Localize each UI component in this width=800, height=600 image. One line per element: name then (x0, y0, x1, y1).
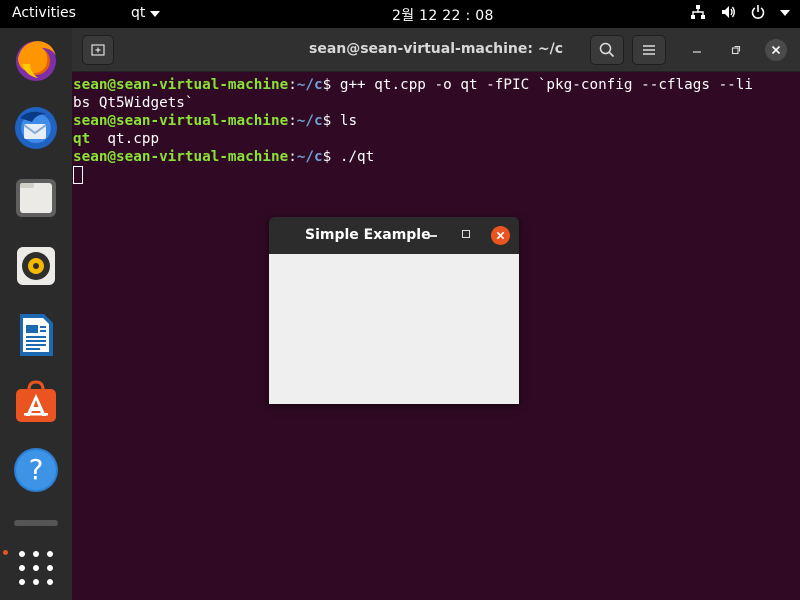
dock-item-ubuntu-software[interactable] (12, 378, 60, 426)
qt-window-header[interactable]: Simple Example (269, 217, 519, 254)
prompt-symbol: $ (322, 149, 340, 165)
menu-button[interactable] (632, 35, 666, 65)
system-tray[interactable] (690, 4, 790, 20)
qt-window-title: Simple Example (305, 227, 431, 243)
search-button[interactable] (590, 35, 624, 65)
qt-window-content[interactable] (269, 254, 519, 404)
terminal-cursor (73, 166, 83, 184)
prompt-user: sean@sean-virtual-machine (73, 149, 289, 165)
app-menu-label: qt (131, 5, 146, 21)
thunderbird-icon (15, 107, 57, 149)
terminal-line: sean@sean-virtual-machine:~/c$ g++ qt.cp… (73, 76, 800, 94)
qt-minimize-button[interactable] (428, 235, 437, 237)
show-apps-button[interactable] (16, 548, 56, 588)
command-text: g++ qt.cpp -o qt -fPIC `pkg-config --cfl… (339, 77, 754, 93)
prompt-separator: : (288, 77, 297, 93)
maximize-button[interactable] (726, 40, 746, 60)
prompt-path: ~/c (296, 113, 323, 129)
activities-button[interactable]: Activities (12, 5, 76, 21)
app-grid-icon (19, 551, 53, 585)
help-icon: ? (14, 448, 58, 492)
dock-item-libreoffice-writer[interactable] (12, 311, 60, 359)
qt-window[interactable]: Simple Example (269, 217, 519, 404)
terminal-line: sean@sean-virtual-machine:~/c$ ./qt (73, 148, 800, 166)
restore-icon (731, 45, 741, 55)
caret-down-icon (780, 10, 790, 16)
ubuntu-software-icon (16, 380, 56, 422)
prompt-path: ~/c (296, 77, 323, 93)
caret-down-icon (150, 11, 161, 17)
network-icon (691, 5, 705, 19)
writer-icon (20, 314, 53, 356)
prompt-separator: : (288, 149, 297, 165)
dock-item-rhythmbox[interactable] (12, 242, 60, 290)
dock-item-thunderbird[interactable] (12, 104, 60, 152)
prompt-symbol: $ (322, 77, 340, 93)
app-menu[interactable]: qt (131, 5, 161, 21)
terminal-icon (14, 520, 58, 526)
power-icon (751, 5, 765, 19)
ls-file-entry: qt.cpp (90, 131, 160, 147)
terminal-line (73, 166, 800, 184)
prompt-user: sean@sean-virtual-machine (73, 113, 289, 129)
terminal-header-bar[interactable]: sean@sean-virtual-machine: ~/c (72, 28, 800, 72)
dock: ? (0, 28, 72, 600)
svg-text:?: ? (29, 453, 44, 486)
volume-icon (722, 6, 735, 18)
dock-item-help[interactable]: ? (12, 446, 60, 494)
terminal-line: bs Qt5Widgets` (73, 94, 800, 112)
close-icon (496, 231, 505, 240)
clock[interactable]: 2월 12 22 : 08 (392, 5, 494, 25)
qt-maximize-button[interactable] (462, 230, 470, 238)
minimize-button[interactable] (687, 40, 707, 60)
minimize-icon (693, 51, 701, 53)
close-icon (771, 45, 781, 55)
ls-executable-entry: qt (73, 131, 91, 147)
dock-item-files[interactable] (12, 173, 60, 221)
command-text: ls (339, 113, 358, 129)
command-text: bs Qt5Widgets` (73, 95, 194, 111)
dock-item-firefox[interactable] (12, 36, 60, 84)
prompt-path: ~/c (296, 149, 323, 165)
top-bar: Activities qt 2월 12 22 : 08 (0, 0, 800, 28)
prompt-symbol: $ (322, 113, 340, 129)
prompt-user: sean@sean-virtual-machine (73, 77, 289, 93)
hamburger-icon (643, 45, 655, 55)
qt-close-button[interactable] (491, 226, 510, 245)
terminal-line: qt qt.cpp (73, 130, 800, 148)
rhythmbox-icon (17, 247, 55, 285)
terminal-line: sean@sean-virtual-machine:~/c$ ls (73, 112, 800, 130)
running-indicator (3, 550, 8, 555)
close-button[interactable] (765, 39, 787, 61)
dock-item-terminal[interactable] (12, 516, 60, 526)
files-icon (16, 179, 56, 217)
search-icon (599, 42, 615, 58)
prompt-separator: : (288, 113, 297, 129)
firefox-icon (16, 41, 56, 81)
command-text: ./qt (339, 149, 375, 165)
